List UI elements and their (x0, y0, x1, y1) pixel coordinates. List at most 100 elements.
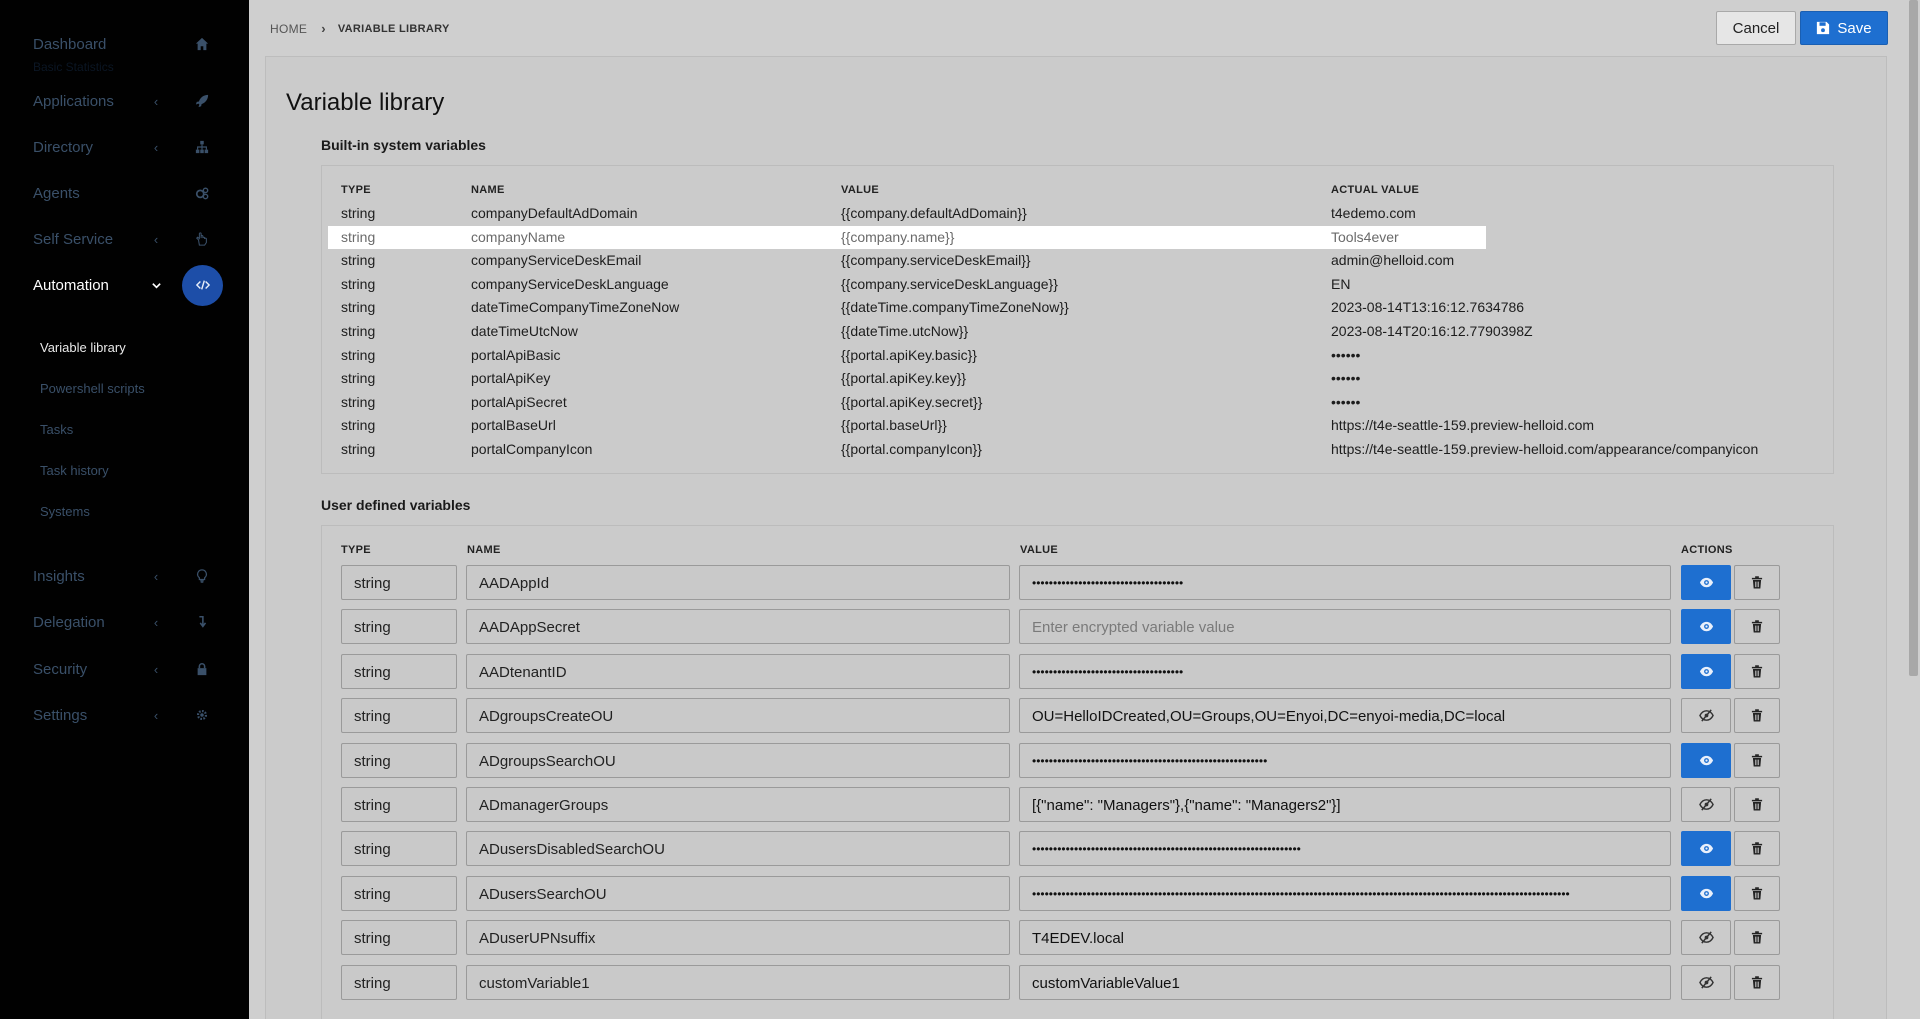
builtin-table-row: string portalBaseUrl {{portal.baseUrl}} htt… (328, 414, 1594, 437)
toggle-visibility-button[interactable] (1681, 920, 1731, 955)
delete-variable-button[interactable] (1734, 787, 1780, 822)
user-variable-row: string ADgroupsSearchOU ••••••••••••••••••… (341, 743, 1780, 779)
name-field[interactable]: ADusersSearchOU (466, 876, 1010, 911)
name-field[interactable]: AADAppSecret (466, 609, 1010, 644)
type-field[interactable]: string (341, 920, 457, 955)
toggle-visibility-button[interactable] (1681, 565, 1731, 600)
delete-variable-button[interactable] (1734, 565, 1780, 600)
name-field[interactable]: ADgroupsCreateOU (466, 698, 1010, 733)
builtin-table-row: string companyServiceDeskEmail {{company.s… (328, 249, 1486, 272)
delete-variable-button[interactable] (1734, 609, 1780, 644)
type-field[interactable]: string (341, 787, 457, 822)
toggle-visibility-button[interactable] (1681, 654, 1731, 689)
delete-variable-button[interactable] (1734, 831, 1780, 866)
delete-variable-button[interactable] (1734, 965, 1780, 1000)
cell-value: {{portal.baseUrl}} (841, 417, 947, 433)
cell-name: companyName (471, 229, 566, 245)
page-scrollbar[interactable] (1907, 0, 1920, 1019)
user-variable-row: string AADAppId ••••••••••••••••••••••••••… (341, 565, 1780, 601)
cell-name: dateTimeCompanyTimeZoneNow (471, 299, 680, 315)
scrollbar-thumb[interactable] (1909, 0, 1918, 676)
name-field[interactable]: customVariable1 (466, 965, 1010, 1000)
chevron-left-icon: ‹ (153, 568, 159, 584)
type-field[interactable]: string (341, 609, 457, 644)
sidebar-subitem-tasks[interactable]: Tasks (40, 422, 73, 437)
sidebar-item-directory[interactable]: Directory ‹ (0, 127, 249, 167)
lock-icon (192, 659, 212, 679)
sidebar-item-applications[interactable]: Applications ‹ (0, 81, 249, 121)
delete-variable-button[interactable] (1734, 920, 1780, 955)
cell-name: portalApiBasic (471, 347, 561, 363)
name-field[interactable]: ADgroupsSearchOU (466, 743, 1010, 778)
toggle-visibility-button[interactable] (1681, 698, 1731, 733)
value-field[interactable]: ••••••••••••••••••••••••••••••••••••••••… (1019, 831, 1671, 866)
sidebar-item-settings[interactable]: Settings ‹ (0, 695, 249, 735)
trash-icon (1751, 887, 1763, 900)
name-field[interactable]: ADmanagerGroups (466, 787, 1010, 822)
sidebar-item-delegation[interactable]: Delegation ‹ (0, 602, 249, 642)
sidebar: Basic Statistics Dashboard Applications … (0, 0, 249, 1019)
type-field[interactable]: string (341, 743, 457, 778)
toggle-visibility-button[interactable] (1681, 787, 1731, 822)
sidebar-subitem-variable-library[interactable]: Variable library (40, 340, 126, 355)
trash-icon (1751, 709, 1763, 722)
sidebar-item-label: Insights (33, 567, 85, 585)
chevron-left-icon: ‹ (153, 614, 159, 630)
sidebar-subitem-task-history[interactable]: Task history (40, 463, 109, 478)
eye-slash-icon (1698, 975, 1714, 990)
sidebar-subitem-powershell-scripts[interactable]: Powershell scripts (40, 381, 145, 396)
cell-value: {{dateTime.utcNow}} (841, 323, 969, 339)
toggle-visibility-button[interactable] (1681, 609, 1731, 644)
sidebar-subitem-systems[interactable]: Systems (40, 504, 90, 519)
sidebar-item-insights[interactable]: Insights ‹ (0, 556, 249, 596)
value-field[interactable]: •••••••••••••••••••••••••••••••••••• (1019, 654, 1671, 689)
value-field[interactable]: OU=HelloIDCreated,OU=Groups,OU=Enyoi,DC=… (1019, 698, 1671, 733)
builtin-table-row: string portalApiBasic {{portal.apiKey.basi… (328, 344, 1486, 367)
cell-name: portalApiKey (471, 370, 551, 386)
save-button[interactable]: Save (1800, 11, 1888, 45)
sidebar-item-agents[interactable]: Agents (0, 173, 249, 213)
name-field[interactable]: AADAppId (466, 565, 1010, 600)
delete-variable-button[interactable] (1734, 654, 1780, 689)
type-field[interactable]: string (341, 565, 457, 600)
value-field[interactable]: •••••••••••••••••••••••••••••••••••• (1019, 565, 1671, 600)
value-field[interactable]: ••••••••••••••••••••••••••••••••••••••••… (1019, 743, 1671, 778)
sidebar-item-automation[interactable]: Automation (0, 264, 249, 306)
value-field[interactable]: Enter encrypted variable value (1019, 609, 1671, 644)
sidebar-item-dashboard[interactable]: Dashboard (0, 24, 249, 64)
delete-variable-button[interactable] (1734, 698, 1780, 733)
chevron-left-icon: ‹ (153, 661, 159, 677)
value-field[interactable]: T4EDEV.local (1019, 920, 1671, 955)
type-field[interactable]: string (341, 654, 457, 689)
sidebar-item-security[interactable]: Security ‹ (0, 649, 249, 689)
user-variable-row: string ADusersSearchOU •••••••••••••••••••… (341, 876, 1780, 912)
user-variable-row: string AADtenantID •••••••••••••••••••••••… (341, 654, 1780, 690)
value-field[interactable]: ••••••••••••••••••••••••••••••••••••••••… (1019, 876, 1671, 911)
sidebar-item-label: Dashboard (33, 35, 107, 53)
name-field[interactable]: ADusersDisabledSearchOU (466, 831, 1010, 866)
eye-slash-icon (1698, 708, 1714, 723)
cell-actual-value: EN (1331, 276, 1351, 292)
type-field[interactable]: string (341, 965, 457, 1000)
name-field[interactable]: AADtenantID (466, 654, 1010, 689)
type-field[interactable]: string (341, 698, 457, 733)
toggle-visibility-button[interactable] (1681, 743, 1731, 778)
home-icon (192, 34, 212, 54)
chevron-down-icon (150, 279, 162, 291)
type-field[interactable]: string (341, 876, 457, 911)
breadcrumb-home[interactable]: HOME (270, 22, 307, 36)
sidebar-item-self-service[interactable]: Self Service ‹ (0, 219, 249, 259)
toggle-visibility-button[interactable] (1681, 831, 1731, 866)
toggle-visibility-button[interactable] (1681, 965, 1731, 1000)
delete-variable-button[interactable] (1734, 876, 1780, 911)
value-field[interactable]: customVariableValue1 (1019, 965, 1671, 1000)
value-field[interactable]: [{"name": "Managers"},{"name": "Managers… (1019, 787, 1671, 822)
type-field[interactable]: string (341, 831, 457, 866)
builtin-table-row: string companyName {{company.name}} Tools4e… (328, 226, 1486, 249)
sidebar-item-label: Automation (33, 276, 109, 294)
chevron-left-icon: ‹ (153, 707, 159, 723)
toggle-visibility-button[interactable] (1681, 876, 1731, 911)
cancel-button[interactable]: Cancel (1716, 11, 1796, 45)
name-field[interactable]: ADuserUPNsuffix (466, 920, 1010, 955)
delete-variable-button[interactable] (1734, 743, 1780, 778)
